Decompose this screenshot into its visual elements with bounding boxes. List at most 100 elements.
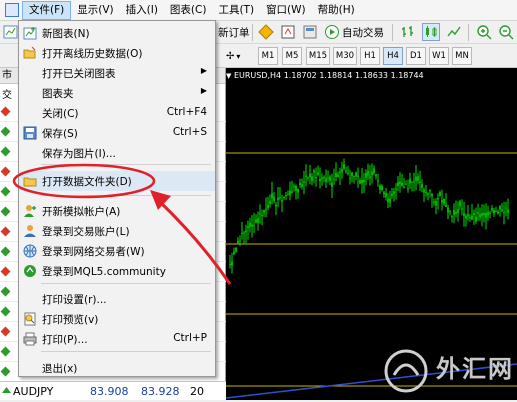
timeframe-button[interactable]: W1: [429, 47, 449, 65]
file-menu-item-label: 图表夹: [42, 88, 74, 100]
navigator-button[interactable]: [280, 23, 296, 41]
menu-tools[interactable]: 工具(T): [212, 1, 260, 20]
menu-view[interactable]: 显示(V): [71, 1, 119, 20]
candle-body: [459, 201, 461, 207]
file-menu-item[interactable]: 登录到MQL5.community: [19, 261, 215, 281]
up-arrow-icon: [0, 146, 11, 157]
file-menu-item[interactable]: 打开已关闭图表 ▶: [19, 63, 215, 83]
timeframe-button-active[interactable]: H4: [383, 47, 403, 65]
auto-trading-icon: [325, 25, 339, 39]
app-icon: [5, 3, 19, 17]
zoom-out-button[interactable]: [498, 23, 514, 41]
metaeditor-button[interactable]: [258, 23, 274, 41]
timeframe-button[interactable]: M5: [282, 47, 302, 65]
candle-body: [351, 172, 353, 177]
up-arrow-icon: [0, 346, 11, 357]
candle-body: [303, 181, 305, 183]
timeframe-button[interactable]: M1: [258, 47, 278, 65]
market-watch-subheader: 交: [2, 90, 12, 101]
candle-chart-button[interactable]: [422, 23, 440, 41]
candle-body: [347, 172, 349, 174]
print-preview-icon: [24, 312, 36, 326]
candle-body: [341, 169, 343, 173]
candle-body: [331, 182, 333, 187]
file-menu-item[interactable]: 打印(P)... Ctrl+P: [19, 329, 215, 349]
candle-body: [311, 176, 313, 181]
candle-body: [413, 181, 415, 183]
file-menu-item[interactable]: 开新模拟帐户(A): [19, 201, 215, 221]
candle-body: [455, 211, 457, 214]
bar-chart-icon: [402, 26, 413, 37]
file-menu-item[interactable]: 登录到网络交易者(W): [19, 241, 215, 261]
timeframe-button[interactable]: M15: [306, 47, 330, 65]
candle-body: [249, 222, 251, 227]
new-order-label: 新订单: [218, 26, 250, 39]
candle-body: [313, 170, 315, 173]
candle-body: [333, 178, 335, 180]
candle-body: [451, 216, 453, 218]
chevron-down-icon: ▾: [236, 51, 241, 61]
quote-row[interactable]: AUDJPY 83.908 83.928 20: [0, 381, 226, 400]
watermark-text: 外汇网: [436, 355, 514, 383]
new-chart-toolbar-button[interactable]: [3, 23, 19, 41]
file-menu-item[interactable]: 打开离线历史数据(O): [19, 43, 215, 63]
terminal-button[interactable]: [302, 23, 318, 41]
candle-body: [481, 213, 483, 217]
menu-file[interactable]: 文件(F): [22, 0, 72, 20]
candle-body: [275, 204, 277, 207]
candle-body: [301, 184, 303, 187]
candle-body: [327, 177, 329, 179]
bar-chart-button[interactable]: [400, 23, 416, 41]
menu-insert[interactable]: 插入(I): [120, 1, 164, 20]
candle-body: [493, 209, 495, 214]
candle-body: [433, 201, 435, 203]
timeframe-button[interactable]: H1: [360, 47, 380, 65]
file-menu-item[interactable]: 打开数据文件夹(D): [19, 171, 215, 191]
file-menu-item-label: 保存(S): [42, 128, 78, 140]
menu-bar: 文件(F) 显示(V) 插入(I) 图表(C) 工具(T) 窗口(W) 帮助(H…: [0, 0, 517, 21]
candle-body: [489, 212, 491, 214]
down-arrow-icon: [0, 266, 11, 277]
terminal-icon: [303, 25, 317, 39]
line-tools-dropdown[interactable]: ✢ ▾: [226, 47, 240, 65]
candle-body: [439, 192, 441, 197]
up-arrow-icon: [2, 387, 11, 393]
file-menu-item[interactable]: 新图表(N): [19, 23, 215, 43]
new-order-button[interactable]: 新订单: [218, 23, 250, 41]
file-menu-item-label: 新图表(N): [42, 28, 90, 40]
file-menu-item[interactable]: 登录到交易账户(L): [19, 221, 215, 241]
timeframe-button[interactable]: M30: [333, 47, 357, 65]
zoom-in-button[interactable]: [476, 23, 492, 41]
file-menu-item[interactable]: 图表夹 ▶: [19, 83, 215, 103]
candle-body: [371, 171, 373, 176]
timeframe-button[interactable]: MN: [452, 47, 472, 65]
file-menu-item[interactable]: 打印预览(v): [19, 309, 215, 329]
auto-trading-button[interactable]: 自动交易: [324, 23, 384, 41]
candle-body: [431, 193, 433, 197]
candle-body: [399, 181, 401, 185]
candle-body: [457, 209, 459, 214]
candle-body: [367, 171, 369, 176]
file-menu-item[interactable]: 保存(S) Ctrl+S: [19, 123, 215, 143]
candle-body: [321, 177, 323, 180]
candle-body: [499, 206, 501, 210]
file-menu-item[interactable]: 打印设置(r)...: [19, 289, 215, 309]
file-menu-item[interactable]: 关闭(C) Ctrl+F4: [19, 103, 215, 123]
menu-window[interactable]: 窗口(W): [260, 1, 312, 20]
candle-body: [417, 176, 419, 181]
file-menu-item[interactable]: 退出(x): [19, 358, 215, 378]
candle-body: [427, 193, 429, 195]
candle-body: [281, 199, 283, 202]
candle-body: [315, 177, 317, 179]
watermark: 外汇网: [376, 343, 517, 400]
candle-body: [435, 201, 437, 206]
up-arrow-icon: [0, 366, 11, 377]
mql5-icon: [24, 265, 36, 277]
file-menu-item[interactable]: 保存为图片(I)...: [19, 143, 215, 163]
line-chart-button[interactable]: [446, 23, 462, 41]
timeframe-button[interactable]: D1: [406, 47, 426, 65]
menu-charts[interactable]: 图表(C): [164, 1, 213, 20]
menu-help[interactable]: 帮助(H): [312, 1, 361, 20]
candle-body: [287, 194, 289, 196]
save-icon: [23, 126, 37, 140]
